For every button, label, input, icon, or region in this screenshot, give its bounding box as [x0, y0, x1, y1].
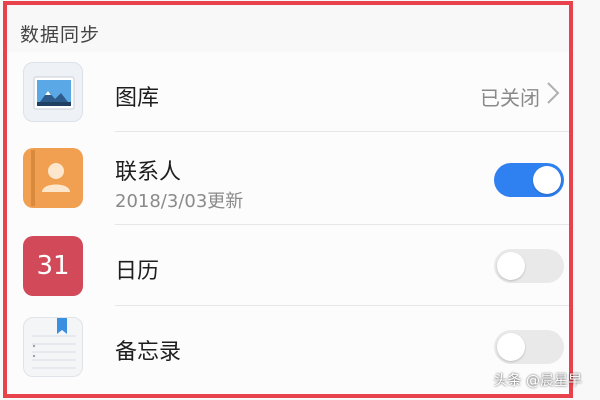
sync-item-gallery[interactable]: 图库 已关闭: [7, 52, 570, 132]
notes-title: 备忘录: [115, 340, 182, 365]
toggle-knob: [533, 166, 561, 194]
notes-icon: [23, 317, 83, 377]
contacts-updated-time: 2018/3/03更新: [115, 191, 244, 212]
sync-settings-screen: 数据同步 图库 已关闭 联系人 2018/3/03更新 31 日历 备忘录 头条…: [0, 0, 600, 400]
calendar-icon-date: 31: [36, 251, 70, 281]
watermark: 头条 @晨星早: [493, 373, 582, 389]
sync-list: 图库 已关闭 联系人 2018/3/03更新 31 日历 备忘录: [7, 52, 570, 395]
section-title: 数据同步: [20, 24, 101, 46]
calendar-title: 日历: [115, 259, 160, 284]
sync-item-contacts[interactable]: 联系人 2018/3/03更新: [7, 132, 570, 224]
sync-item-calendar[interactable]: 31 日历: [7, 225, 570, 305]
notes-sync-toggle[interactable]: [494, 330, 564, 364]
contacts-icon: [23, 148, 83, 208]
chevron-right-icon: [547, 82, 560, 104]
sync-item-notes[interactable]: 备忘录: [7, 306, 570, 395]
contacts-sync-toggle[interactable]: [494, 163, 564, 197]
toggle-knob: [497, 252, 525, 280]
contacts-title: 联系人: [115, 160, 182, 185]
calendar-icon: 31: [23, 236, 83, 296]
toggle-knob: [497, 333, 525, 361]
gallery-title: 图库: [115, 86, 160, 111]
gallery-icon: [23, 62, 83, 122]
calendar-sync-toggle[interactable]: [494, 249, 564, 283]
gallery-status: 已关闭: [480, 86, 540, 110]
